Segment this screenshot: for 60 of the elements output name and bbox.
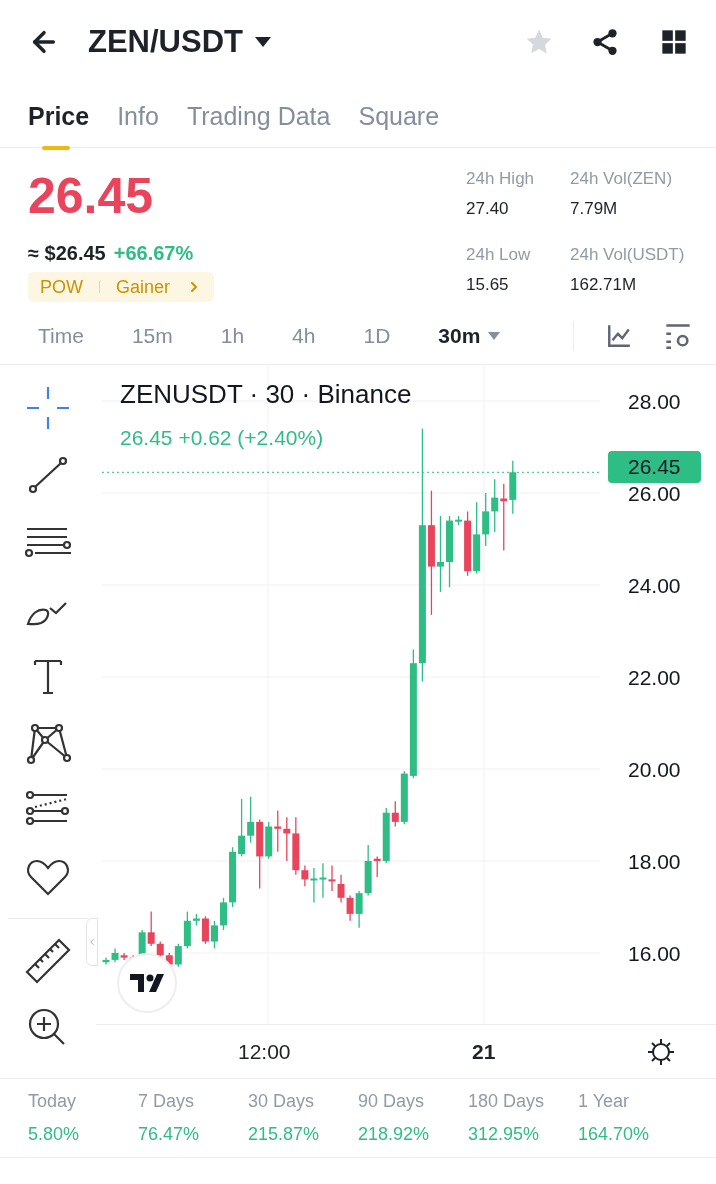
period-return: 218.92% bbox=[358, 1123, 431, 1146]
period-label: 180 Days bbox=[468, 1090, 546, 1113]
period-label: 30 Days bbox=[248, 1090, 316, 1113]
y-axis-label: 18.00 bbox=[628, 852, 681, 872]
pair-selector[interactable]: ZEN/USDT bbox=[88, 18, 271, 66]
x-axis-label: 21 bbox=[472, 1038, 496, 1065]
stat-label: 24h Vol(ZEN) bbox=[570, 168, 674, 190]
y-axis-label: 20.00 bbox=[628, 760, 681, 780]
interval-tab[interactable]: 30m bbox=[438, 320, 501, 352]
last-price-label: 26.45 bbox=[608, 451, 701, 484]
interval-tab[interactable]: 1h bbox=[220, 320, 245, 352]
period-return: 215.87% bbox=[248, 1123, 321, 1146]
stat-label: 24h Vol(USDT) bbox=[570, 244, 686, 266]
price-change: +66.67% bbox=[113, 241, 194, 266]
tab[interactable]: Square bbox=[358, 84, 440, 152]
grid-icon[interactable] bbox=[660, 28, 688, 56]
tag-label: POW bbox=[40, 275, 83, 299]
period-return: 5.80% bbox=[28, 1123, 81, 1146]
chart-legend: 26.45 +0.62 (+2.40%) bbox=[120, 422, 412, 454]
period-label: 90 Days bbox=[358, 1090, 426, 1113]
period-return: 164.70% bbox=[578, 1123, 651, 1146]
stat-label: 24h High bbox=[466, 168, 536, 190]
period-label: Today bbox=[28, 1090, 78, 1113]
candle bbox=[220, 897, 227, 931]
y-axis-label: 28.00 bbox=[628, 392, 681, 412]
y-axis-label: 22.00 bbox=[628, 668, 681, 688]
stat-value: 15.65 bbox=[466, 273, 510, 296]
usd-price: ≈ $26.45 bbox=[28, 241, 106, 266]
chart-title: ZENUSDT · 30 · Binance bbox=[120, 378, 412, 411]
caret-icon bbox=[255, 37, 271, 47]
chart-settings-icon[interactable] bbox=[664, 322, 692, 350]
interval-tab[interactable]: Time bbox=[38, 320, 84, 352]
stat-value: 162.71M bbox=[570, 273, 638, 296]
y-axis-label: 24.00 bbox=[628, 576, 681, 596]
period-label: 1 Year bbox=[578, 1090, 631, 1113]
interval-tab[interactable]: 1D bbox=[363, 320, 391, 352]
y-axis-label: 16.00 bbox=[628, 944, 681, 964]
tab[interactable]: Info bbox=[117, 84, 159, 152]
tag-label: Gainer bbox=[116, 275, 171, 299]
tag-chip[interactable]: POW Gainer bbox=[28, 272, 215, 302]
last-price: 26.45 bbox=[28, 167, 155, 226]
interval-tab[interactable]: 15m bbox=[131, 320, 173, 352]
caret-icon bbox=[488, 332, 501, 340]
share-icon[interactable] bbox=[590, 27, 620, 57]
indicator-icon[interactable] bbox=[606, 323, 632, 349]
stat-value: 27.40 bbox=[466, 197, 510, 220]
settings-icon[interactable] bbox=[646, 1036, 676, 1067]
tab[interactable]: Trading Data bbox=[186, 84, 331, 152]
tab-underline bbox=[42, 145, 70, 150]
chevron-icon bbox=[87, 937, 97, 947]
period-return: 312.95% bbox=[468, 1123, 541, 1146]
x-axis-label: 12:00 bbox=[238, 1038, 291, 1065]
stat-label: 24h Low bbox=[466, 244, 532, 266]
stat-value: 7.79M bbox=[570, 197, 619, 220]
period-label: 7 Days bbox=[138, 1090, 196, 1113]
y-axis-label: 26.00 bbox=[628, 484, 681, 504]
interval-tab[interactable]: 4h bbox=[292, 320, 316, 352]
period-return: 76.47% bbox=[138, 1123, 201, 1146]
candle bbox=[211, 920, 218, 950]
tab[interactable]: Price bbox=[28, 84, 90, 152]
